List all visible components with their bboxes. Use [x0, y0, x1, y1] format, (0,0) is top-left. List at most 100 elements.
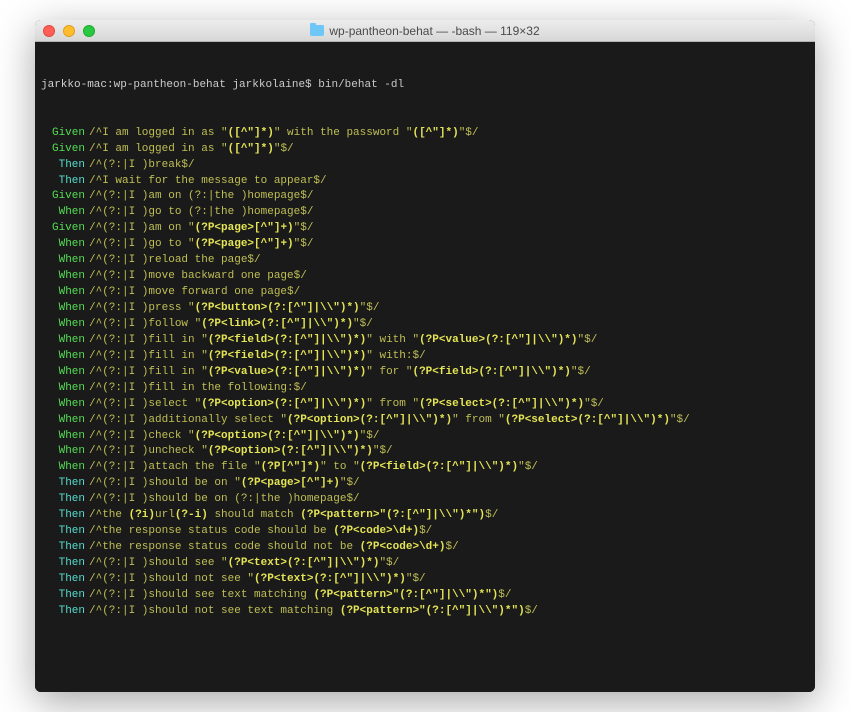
step-definition-row: Then/^the (?i)url(?-i) should match (?P<… [41, 508, 809, 524]
step-keyword: When [41, 460, 85, 476]
step-pattern: /^(?:|I )go to (?:|the )homepage$/ [89, 205, 313, 221]
terminal-window: wp-pantheon-behat — -bash — 119×32 jarkk… [35, 20, 815, 692]
prompt-dir: wp-pantheon-behat [114, 79, 226, 91]
window-controls [43, 25, 95, 37]
step-definition-row: When/^(?:|I )reload the page$/ [41, 253, 809, 269]
titlebar: wp-pantheon-behat — -bash — 119×32 [35, 20, 815, 42]
step-definition-row: When/^(?:|I )check "(?P<option>(?:[^"]|\… [41, 429, 809, 445]
step-pattern: /^I am logged in as "([^"]*)" with the p… [89, 126, 479, 142]
close-icon[interactable] [43, 25, 55, 37]
prompt-line: jarkko-mac:wp-pantheon-behat jarkkolaine… [41, 78, 809, 94]
step-keyword: Then [41, 492, 85, 508]
step-pattern: /^(?:|I )move backward one page$/ [89, 269, 307, 285]
step-keyword: When [41, 253, 85, 269]
step-pattern: /^(?:|I )break$/ [89, 158, 195, 174]
step-pattern: /^(?:|I )select "(?P<option>(?:[^"]|\\")… [89, 397, 604, 413]
step-keyword: When [41, 333, 85, 349]
step-pattern: /^(?:|I )should not see text matching (?… [89, 604, 538, 620]
title-rest: — -bash — 119×32 [433, 24, 540, 38]
step-definition-row: When/^(?:|I )press "(?P<button>(?:[^"]|\… [41, 301, 809, 317]
step-keyword: When [41, 237, 85, 253]
step-definition-row: Given/^(?:|I )am on "(?P<page>[^"]+)"$/ [41, 221, 809, 237]
minimize-icon[interactable] [63, 25, 75, 37]
step-pattern: /^(?:|I )follow "(?P<link>(?:[^"]|\\")*)… [89, 317, 373, 333]
step-definition-row: Then/^I wait for the message to appear$/ [41, 174, 809, 190]
step-keyword: Then [41, 158, 85, 174]
step-definition-row: Then/^(?:|I )should not see text matchin… [41, 604, 809, 620]
step-definition-row: When/^(?:|I )fill in the following:$/ [41, 381, 809, 397]
title-folder: wp-pantheon-behat [329, 24, 432, 38]
step-keyword: When [41, 349, 85, 365]
step-pattern: /^(?:|I )should be on "(?P<page>[^"]+)"$… [89, 476, 360, 492]
step-pattern: /^(?:|I )am on (?:|the )homepage$/ [89, 189, 313, 205]
step-keyword: Then [41, 508, 85, 524]
step-keyword: When [41, 429, 85, 445]
step-keyword: When [41, 413, 85, 429]
step-keyword: When [41, 397, 85, 413]
step-keyword: When [41, 285, 85, 301]
step-keyword: Then [41, 524, 85, 540]
step-keyword: Then [41, 588, 85, 604]
step-definition-row: When/^(?:|I )uncheck "(?P<option>(?:[^"]… [41, 444, 809, 460]
step-definition-row: Then/^(?:|I )break$/ [41, 158, 809, 174]
step-pattern: /^(?:|I )should not see "(?P<text>(?:[^"… [89, 572, 426, 588]
step-keyword: Then [41, 174, 85, 190]
step-pattern: /^(?:|I )check "(?P<option>(?:[^"]|\\")*… [89, 429, 379, 445]
folder-icon [310, 25, 324, 36]
step-definition-row: Then/^(?:|I )should see text matching (?… [41, 588, 809, 604]
step-keyword: When [41, 269, 85, 285]
step-pattern: /^the response status code should be (?P… [89, 524, 432, 540]
step-definition-row: When/^(?:|I )go to (?:|the )homepage$/ [41, 205, 809, 221]
step-definition-row: Then/^(?:|I )should not see "(?P<text>(?… [41, 572, 809, 588]
step-pattern: /^(?:|I )fill in the following:$/ [89, 381, 307, 397]
step-pattern: /^(?:|I )go to "(?P<page>[^"]+)"$/ [89, 237, 313, 253]
step-keyword: When [41, 301, 85, 317]
step-definition-row: Given/^I am logged in as "([^"]*)"$/ [41, 142, 809, 158]
step-keyword: Given [41, 189, 85, 205]
step-definition-row: Then/^(?:|I )should be on (?:|the )homep… [41, 492, 809, 508]
step-keyword: Then [41, 572, 85, 588]
step-pattern: /^(?:|I )should see "(?P<text>(?:[^"]|\\… [89, 556, 399, 572]
step-definition-row: When/^(?:|I )fill in "(?P<field>(?:[^"]|… [41, 349, 809, 365]
step-keyword: Given [41, 126, 85, 142]
step-pattern: /^(?:|I )reload the page$/ [89, 253, 261, 269]
step-keyword: Then [41, 604, 85, 620]
prompt-host: jarkko-mac: [41, 79, 114, 91]
step-pattern: /^(?:|I )should see text matching (?P<pa… [89, 588, 511, 604]
step-pattern: /^(?:|I )uncheck "(?P<option>(?:[^"]|\\"… [89, 444, 393, 460]
step-definition-row: When/^(?:|I )select "(?P<option>(?:[^"]|… [41, 397, 809, 413]
prompt-user: jarkkolaine$ [226, 79, 318, 91]
step-keyword: Then [41, 540, 85, 556]
step-definition-row: When/^(?:|I )move forward one page$/ [41, 285, 809, 301]
step-keyword: When [41, 205, 85, 221]
step-definition-row: When/^(?:|I )go to "(?P<page>[^"]+)"$/ [41, 237, 809, 253]
step-definition-row: When/^(?:|I )additionally select "(?P<op… [41, 413, 809, 429]
step-pattern: /^the response status code should not be… [89, 540, 459, 556]
step-definition-row: Given/^I am logged in as "([^"]*)" with … [41, 126, 809, 142]
step-definition-row: When/^(?:|I )attach the file "(?P[^"]*)"… [41, 460, 809, 476]
step-pattern: /^(?:|I )fill in "(?P<field>(?:[^"]|\\")… [89, 333, 597, 349]
step-keyword: When [41, 381, 85, 397]
step-pattern: /^I am logged in as "([^"]*)"$/ [89, 142, 294, 158]
step-definition-row: When/^(?:|I )follow "(?P<link>(?:[^"]|\\… [41, 317, 809, 333]
step-definition-row: When/^(?:|I )fill in "(?P<field>(?:[^"]|… [41, 333, 809, 349]
step-pattern: /^the (?i)url(?-i) should match (?P<patt… [89, 508, 498, 524]
step-definition-row: When/^(?:|I )fill in "(?P<value>(?:[^"]|… [41, 365, 809, 381]
step-keyword: When [41, 444, 85, 460]
step-keyword: Given [41, 221, 85, 237]
step-keyword: When [41, 317, 85, 333]
step-definition-row: Then/^(?:|I )should be on "(?P<page>[^"]… [41, 476, 809, 492]
window-title: wp-pantheon-behat — -bash — 119×32 [35, 24, 815, 38]
step-keyword: Then [41, 556, 85, 572]
step-keyword: When [41, 365, 85, 381]
step-pattern: /^(?:|I )press "(?P<button>(?:[^"]|\\")*… [89, 301, 379, 317]
terminal-body[interactable]: jarkko-mac:wp-pantheon-behat jarkkolaine… [35, 42, 815, 692]
zoom-icon[interactable] [83, 25, 95, 37]
step-pattern: /^(?:|I )additionally select "(?P<option… [89, 413, 690, 429]
step-pattern: /^(?:|I )attach the file "(?P[^"]*)" to … [89, 460, 538, 476]
step-definition-row: Then/^(?:|I )should see "(?P<text>(?:[^"… [41, 556, 809, 572]
step-definition-row: Then/^the response status code should no… [41, 540, 809, 556]
step-pattern: /^(?:|I )should be on (?:|the )homepage$… [89, 492, 360, 508]
step-keyword: Given [41, 142, 85, 158]
step-pattern: /^(?:|I )move forward one page$/ [89, 285, 300, 301]
